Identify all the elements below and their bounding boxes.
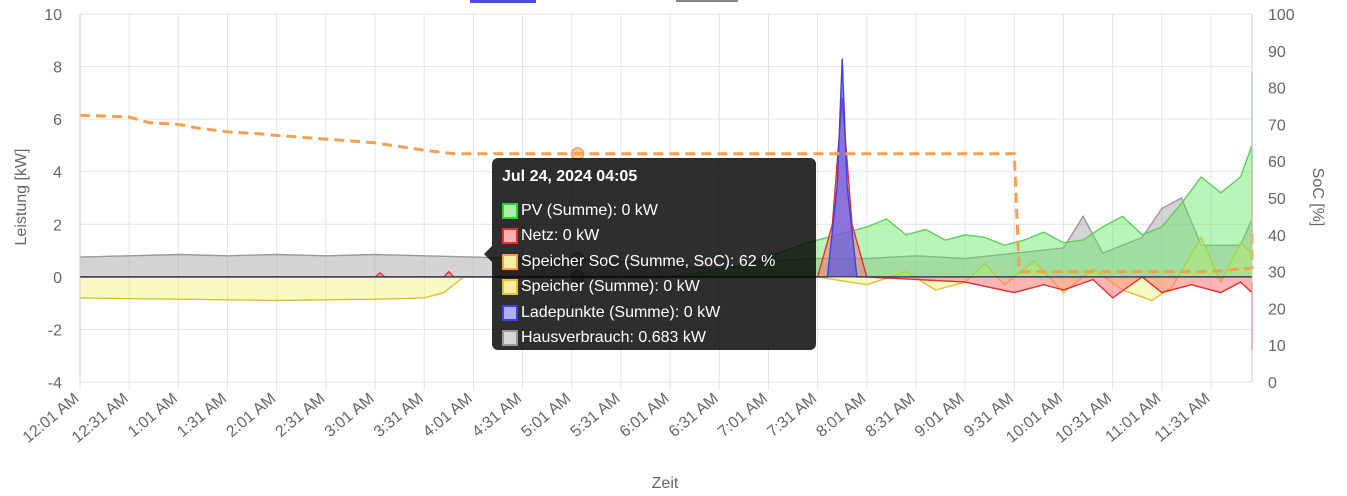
x-tick: 1:01 AM — [125, 390, 181, 441]
x-tick: 7:31 AM — [764, 390, 820, 441]
y-tick-left: -2 — [48, 322, 62, 339]
tooltip-swatch — [502, 279, 518, 296]
x-tick: 7:01 AM — [715, 390, 771, 441]
x-tick: 4:31 AM — [469, 390, 525, 441]
tooltip-items: PV (Summe): 0 kW Netz: 0 kW Speicher SoC… — [502, 198, 806, 351]
tooltip-item-label: Netz: 0 kW — [521, 227, 600, 245]
x-tick: 3:01 AM — [322, 390, 378, 441]
tooltip-swatch — [502, 304, 518, 321]
x-tick: 3:31 AM — [371, 390, 427, 441]
x-tick: 6:31 AM — [666, 390, 722, 441]
tooltip-item-label: Hausverbrauch: 0.683 kW — [521, 329, 706, 347]
x-tick: 11:31 AM — [1152, 390, 1214, 446]
x-tick: 5:01 AM — [518, 390, 574, 441]
y-tick-left: 6 — [53, 112, 62, 129]
tooltip-swatch — [502, 202, 518, 219]
x-tick: 1:31 AM — [174, 390, 230, 441]
x-tick: 2:01 AM — [223, 390, 279, 441]
x-tick: 9:01 AM — [912, 390, 968, 441]
tooltip-swatch — [502, 330, 518, 347]
x-tick: 5:31 AM — [568, 390, 624, 441]
y-tick-left: 2 — [53, 217, 62, 234]
tooltip-swatch — [502, 228, 518, 245]
x-axis-title: Zeit — [652, 475, 679, 492]
tooltip-item-speicher: Speicher (Summe): 0 kW — [502, 275, 806, 301]
tooltip-item-label: Ladepunkte (Summe): 0 kW — [521, 303, 721, 321]
tooltip-item-netz: Netz: 0 kW — [502, 224, 806, 250]
y-tick-left: 4 — [53, 165, 62, 182]
y-tick-left: 10 — [44, 7, 62, 24]
x-tick: 6:01 AM — [617, 390, 673, 441]
y-tick-left: -4 — [48, 375, 62, 392]
y-tick-right: 60 — [1268, 154, 1286, 171]
x-tick: 4:01 AM — [420, 390, 476, 441]
chart-tooltip: Jul 24, 2024 04:05 PV (Summe): 0 kW Netz… — [484, 158, 816, 351]
y-axis-left-title: Leistung [kW] — [13, 149, 30, 246]
y-tick-right: 100 — [1268, 7, 1295, 24]
tooltip-item-hausverbrauch: Hausverbrauch: 0.683 kW — [502, 326, 806, 352]
tooltip-item-label: Speicher (Summe): 0 kW — [521, 278, 700, 296]
y-tick-right: 30 — [1268, 265, 1286, 282]
tooltip-swatch — [502, 253, 518, 270]
tooltip-item-label: Speicher SoC (Summe, SoC): 62 % — [521, 252, 776, 270]
y-tick-right: 0 — [1268, 375, 1277, 392]
tooltip-item-ladepunkte: Ladepunkte (Summe): 0 kW — [502, 300, 806, 326]
y-axis-right-title: SoC [%] — [1309, 168, 1326, 227]
x-tick: 8:01 AM — [813, 390, 869, 441]
y-tick-right: 90 — [1268, 44, 1286, 61]
x-tick: 8:31 AM — [863, 390, 919, 441]
tooltip-item-label: PV (Summe): 0 kW — [521, 201, 658, 219]
y-tick-right: 80 — [1268, 81, 1286, 98]
y-tick-right: 20 — [1268, 301, 1286, 318]
y-tick-right: 40 — [1268, 228, 1286, 245]
tooltip-item-pv: PV (Summe): 0 kW — [502, 198, 806, 224]
y-tick-right: 70 — [1268, 117, 1286, 134]
y-tick-left: 0 — [53, 270, 62, 287]
tooltip-item-speicher-soc: Speicher SoC (Summe, SoC): 62 % — [502, 249, 806, 275]
tooltip-title: Jul 24, 2024 04:05 — [502, 168, 638, 185]
y-tick-right: 10 — [1268, 338, 1286, 355]
y-tick-right: 50 — [1268, 191, 1286, 208]
y-tick-left: 8 — [53, 60, 62, 77]
x-tick: 2:31 AM — [273, 390, 329, 441]
